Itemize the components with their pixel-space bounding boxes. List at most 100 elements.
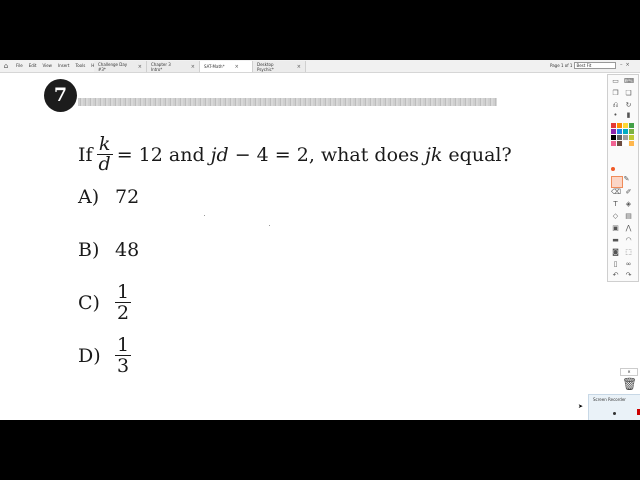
home-icon[interactable]: ⌂ [2, 62, 10, 70]
color-swatch[interactable] [629, 141, 634, 146]
link-icon[interactable]: ∞ [624, 260, 633, 269]
calculator-icon[interactable]: ▤ [624, 212, 633, 221]
menu-tools[interactable]: Tools [75, 63, 85, 69]
top-bar: ⌂ File Edit View Insert Tools Help Chall… [0, 60, 640, 73]
pen-size-icon[interactable]: • [611, 111, 620, 120]
tab-challenge-day[interactable]: Challenge Day #3* × [94, 61, 147, 72]
capture-icon[interactable]: ⬚ [624, 248, 633, 257]
marker-icon[interactable]: ✐ [624, 188, 633, 197]
color-swatch[interactable] [629, 129, 634, 134]
text-icon[interactable]: T [611, 200, 620, 209]
option-label: B) [78, 239, 100, 261]
close-icon[interactable]: × [191, 64, 195, 70]
tab-desktop-psychic[interactable]: Desktop Psychic* × [253, 61, 306, 72]
option-fraction: 1 3 [115, 334, 132, 376]
camera-icon[interactable]: ◙ [611, 248, 620, 257]
slide-icon[interactable]: ▭ [611, 77, 620, 86]
redo-icon[interactable]: ↷ [624, 271, 633, 280]
color-swatch[interactable] [623, 129, 628, 134]
option-b: B) 48 [78, 239, 139, 261]
option-label: D) [78, 344, 101, 367]
ruler-icon[interactable]: ▬ [611, 236, 620, 245]
color-swatch[interactable] [629, 123, 634, 128]
color-swatches [611, 123, 634, 146]
whiteboard-window: ⌂ File Edit View Insert Tools Help Chall… [0, 60, 640, 420]
option-value: 48 [115, 239, 140, 261]
shapes-icon[interactable]: ◇ [611, 212, 620, 221]
tab-label: Chapter 3 Intro* [151, 61, 171, 72]
fraction-denominator: d [96, 153, 113, 175]
menu-edit[interactable]: Edit [29, 63, 37, 69]
question-prefix: If [78, 143, 93, 166]
screen-icon[interactable]: ▣ [611, 224, 620, 233]
fraction-numerator: k [98, 133, 111, 155]
tool-palette: ▭ ⌨ ❐ ❏ ⎌ ↻ • ▮ ✎ ⌫ ✐ T ◈ ◇ ▤ ▣ ⋀ ▬ ◠ ◙ … [607, 74, 639, 282]
minimize-icon[interactable]: – [620, 62, 623, 68]
tab-label: Challenge Day #3* [98, 61, 128, 72]
color-swatch[interactable] [623, 123, 628, 128]
document-icon[interactable]: ▯ [611, 260, 620, 269]
record-icon[interactable] [613, 412, 616, 415]
copy-icon[interactable]: ❐ [611, 89, 620, 98]
keyboard-icon[interactable]: ⌨ [624, 77, 634, 86]
current-color [611, 167, 615, 171]
compass-icon[interactable]: ⋀ [624, 224, 633, 233]
close-icon[interactable]: × [297, 64, 301, 70]
tab-label: SAT-Math* [204, 64, 225, 69]
question-text: If k d = 12 and jd − 4 = 2, what does jk… [78, 135, 512, 174]
color-swatch[interactable] [617, 129, 622, 134]
question-mid2: − 4 = 2, what does [234, 143, 420, 166]
protractor-icon[interactable]: ◠ [624, 236, 633, 245]
option-fraction: 1 2 [115, 281, 132, 324]
option-a: A) 72 [78, 186, 139, 208]
color-swatch[interactable] [611, 123, 616, 128]
question-mid1: = 12 and [116, 143, 205, 166]
tab-sat-math[interactable]: SAT-Math* × [200, 61, 253, 72]
color-swatch[interactable] [623, 135, 628, 140]
menu-file[interactable]: File [16, 63, 23, 69]
close-icon[interactable]: × [138, 64, 142, 70]
highlighter-icon[interactable]: ▮ [624, 111, 633, 120]
zoom-select[interactable]: Best Fit [574, 62, 617, 69]
color-swatch[interactable] [629, 135, 634, 140]
stray-mark [204, 215, 205, 216]
fill-icon[interactable]: ◈ [624, 200, 633, 209]
mouse-pointer-icon: ➤ [578, 403, 584, 410]
question-suffix: equal? [448, 143, 512, 166]
fraction-numerator: 1 [117, 281, 130, 303]
color-swatch[interactable] [611, 135, 616, 140]
question-jd: jd [210, 143, 229, 166]
close-window-icon[interactable]: × [626, 62, 630, 68]
trash-header[interactable]: × [620, 368, 638, 376]
tab-label: Desktop Psychic* [257, 61, 274, 72]
color-swatch[interactable] [623, 141, 628, 146]
fraction-k-over-d: k d [96, 133, 113, 175]
option-c: C) 1 2 [78, 281, 132, 324]
close-icon[interactable]: × [235, 64, 239, 70]
trash-icon[interactable]: 🗑 [622, 377, 637, 391]
option-value: 72 [115, 186, 140, 208]
undo-page-icon[interactable]: ⎌ [611, 101, 620, 110]
window-controls: – × [620, 62, 630, 68]
eraser-icon[interactable]: ⌫ [611, 188, 621, 197]
pen-icon[interactable]: ✎ [622, 175, 631, 184]
menu-insert[interactable]: Insert [58, 63, 69, 69]
page-indicator: Page 1 of 1 [550, 63, 573, 68]
paste-icon[interactable]: ❏ [624, 89, 633, 98]
undo-icon[interactable]: ↶ [611, 271, 620, 280]
screen-recorder-widget: Screen Recorder [588, 394, 640, 420]
menu-view[interactable]: View [42, 63, 52, 69]
redo-page-icon[interactable]: ↻ [624, 101, 633, 110]
fraction-denominator: 2 [115, 302, 132, 324]
color-swatch[interactable] [611, 141, 616, 146]
option-d: D) 1 3 [78, 334, 132, 376]
question-divider [78, 98, 497, 106]
color-swatch[interactable] [611, 129, 616, 134]
color-swatch[interactable] [617, 141, 622, 146]
tab-chapter-intro[interactable]: Chapter 3 Intro* × [147, 61, 200, 72]
document-tabs: Challenge Day #3* × Chapter 3 Intro* × S… [94, 61, 306, 72]
color-swatch[interactable] [617, 123, 622, 128]
fraction-numerator: 1 [117, 334, 130, 356]
color-swatch[interactable] [617, 135, 622, 140]
option-label: A) [78, 186, 100, 208]
